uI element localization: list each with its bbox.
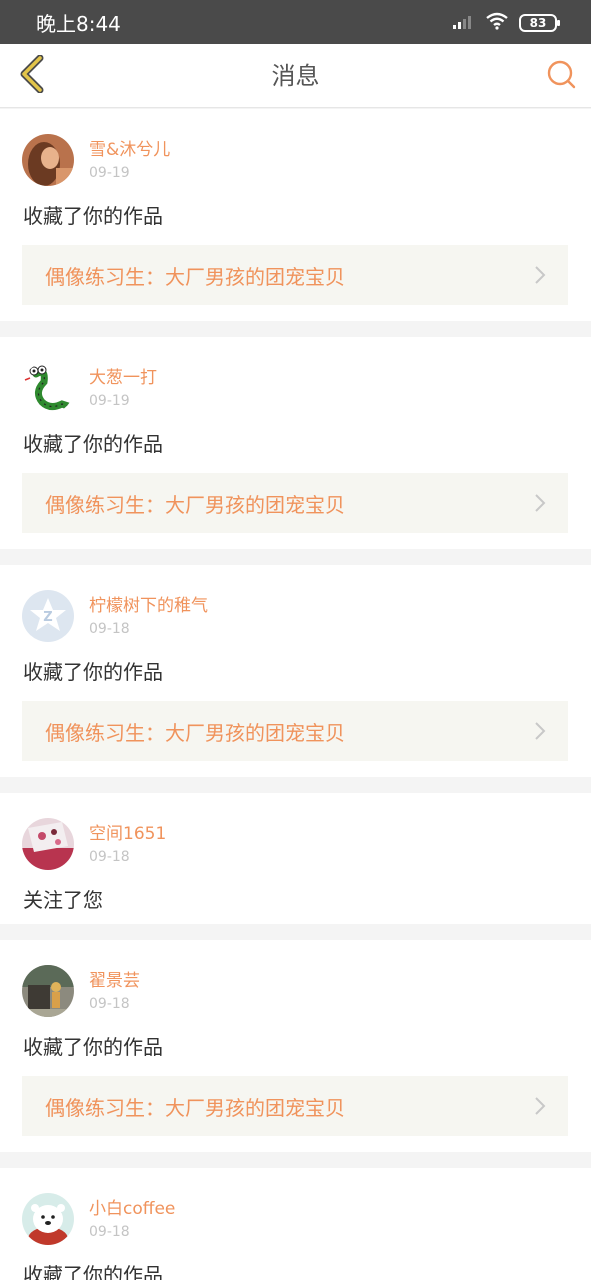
message-card[interactable]: Z 柠檬树下的稚气 09-18 收藏了你的作品 偶像练习生：大厂男孩的团宠宝贝: [0, 565, 591, 777]
user-name[interactable]: 雪&沐兮儿: [89, 139, 170, 161]
work-title: 偶像练习生：大厂男孩的团宠宝贝: [45, 264, 345, 289]
user-name[interactable]: 小白coffee: [89, 1198, 175, 1220]
avatar[interactable]: [22, 1193, 74, 1245]
chevron-right-icon: [535, 494, 546, 512]
message-date: 09-19: [89, 165, 130, 181]
message-card[interactable]: 翟景芸 09-18 收藏了你的作品 偶像练习生：大厂男孩的团宠宝贝: [0, 940, 591, 1152]
message-card[interactable]: 大葱一打 09-19 收藏了你的作品 偶像练习生：大厂男孩的团宠宝贝: [0, 337, 591, 549]
status-time: 晚上8:44: [36, 12, 121, 36]
action-text: 收藏了你的作品: [23, 1263, 163, 1280]
chevron-right-icon: [535, 1097, 546, 1115]
work-link[interactable]: 偶像练习生：大厂男孩的团宠宝贝: [22, 701, 568, 761]
action-text: 收藏了你的作品: [23, 432, 163, 456]
action-text: 收藏了你的作品: [23, 1035, 163, 1059]
action-text: 关注了您: [23, 888, 103, 912]
work-link[interactable]: 偶像练习生：大厂男孩的团宠宝贝: [22, 245, 568, 305]
user-name[interactable]: 翟景芸: [89, 970, 140, 992]
work-title: 偶像练习生：大厂男孩的团宠宝贝: [45, 492, 345, 517]
work-title: 偶像练习生：大厂男孩的团宠宝贝: [45, 1095, 345, 1120]
chevron-right-icon: [535, 722, 546, 740]
message-card[interactable]: 空间1651 09-18 关注了您: [0, 793, 591, 924]
work-link[interactable]: 偶像练习生：大厂男孩的团宠宝贝: [22, 1076, 568, 1136]
message-date: 09-18: [89, 996, 130, 1012]
message-card[interactable]: 雪&沐兮儿 09-19 收藏了你的作品 偶像练习生：大厂男孩的团宠宝贝: [0, 109, 591, 321]
message-date: 09-18: [89, 1224, 130, 1240]
avatar[interactable]: [22, 362, 74, 414]
wifi-icon: [485, 12, 509, 34]
avatar[interactable]: [22, 134, 74, 186]
message-date: 09-18: [89, 849, 130, 865]
chevron-right-icon: [535, 266, 546, 284]
svg-text:Z: Z: [43, 610, 52, 625]
work-title: 偶像练习生：大厂男孩的团宠宝贝: [45, 720, 345, 745]
user-name[interactable]: 柠檬树下的稚气: [89, 595, 208, 617]
search-button[interactable]: [543, 58, 579, 94]
avatar[interactable]: Z: [22, 590, 74, 642]
page-title: 消息: [271, 62, 320, 90]
status-bar: 晚上8:44 83: [0, 0, 591, 44]
avatar[interactable]: [22, 818, 74, 870]
user-name[interactable]: 大葱一打: [89, 367, 157, 389]
message-date: 09-18: [89, 621, 130, 637]
status-icons: 83: [453, 12, 560, 34]
battery-icon: 83: [519, 14, 560, 32]
action-text: 收藏了你的作品: [23, 204, 163, 228]
signal-icon: [453, 13, 475, 33]
avatar[interactable]: [22, 965, 74, 1017]
message-card[interactable]: 小白coffee 09-18 收藏了你的作品: [0, 1168, 591, 1280]
search-icon: [546, 59, 576, 93]
message-list: 雪&沐兮儿 09-19 收藏了你的作品 偶像练习生：大厂男孩的团宠宝贝 大葱一打: [0, 109, 591, 1280]
user-name[interactable]: 空间1651: [89, 823, 166, 845]
work-link[interactable]: 偶像练习生：大厂男孩的团宠宝贝: [22, 473, 568, 533]
message-date: 09-19: [89, 393, 130, 409]
top-bar: 消息: [0, 44, 591, 108]
action-text: 收藏了你的作品: [23, 660, 163, 684]
